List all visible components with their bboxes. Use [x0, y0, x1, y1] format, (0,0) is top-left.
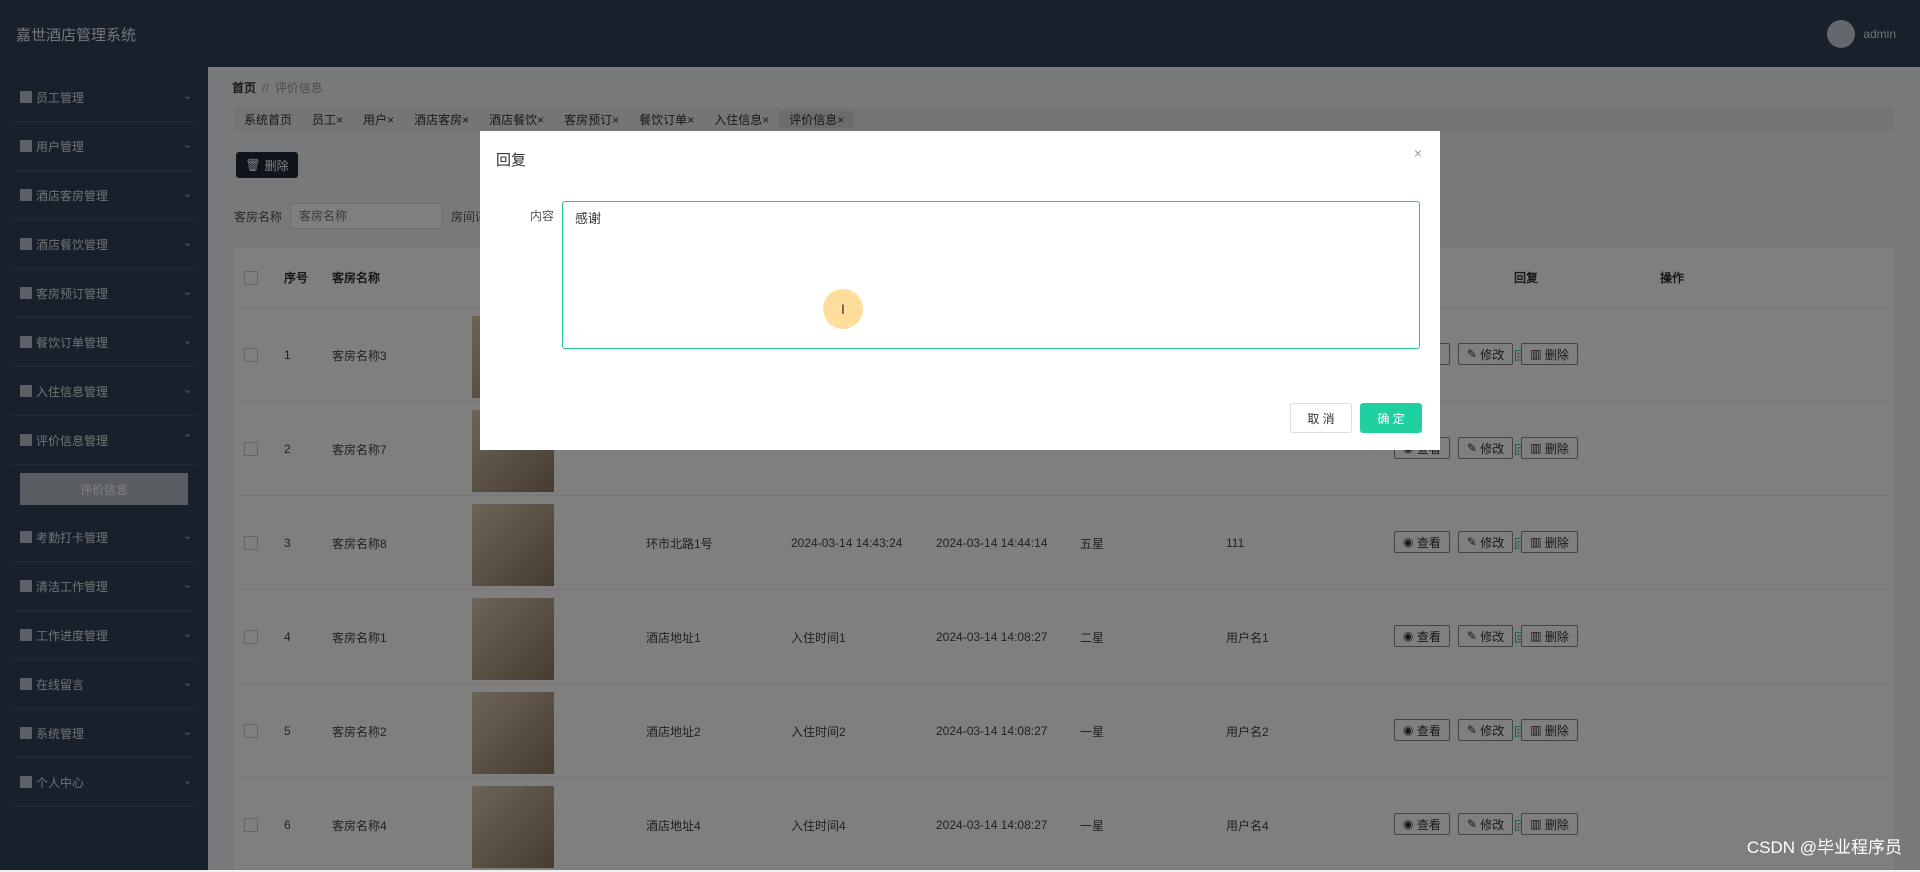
content-label: 内容: [530, 209, 555, 223]
dialog-title: 回复: [496, 152, 527, 169]
confirm-button[interactable]: 确 定: [1360, 403, 1422, 433]
cancel-button[interactable]: 取 消: [1290, 403, 1352, 433]
watermark: CSDN @毕业程序员: [1746, 838, 1902, 857]
reply-dialog: 回复 × 内容 取 消 确 定: [480, 131, 1440, 450]
dialog-actions: 取 消 确 定: [1290, 403, 1422, 433]
reply-content-field[interactable]: [562, 201, 1420, 349]
close-icon[interactable]: ×: [1414, 145, 1422, 161]
text-cursor-icon: I: [823, 289, 863, 329]
